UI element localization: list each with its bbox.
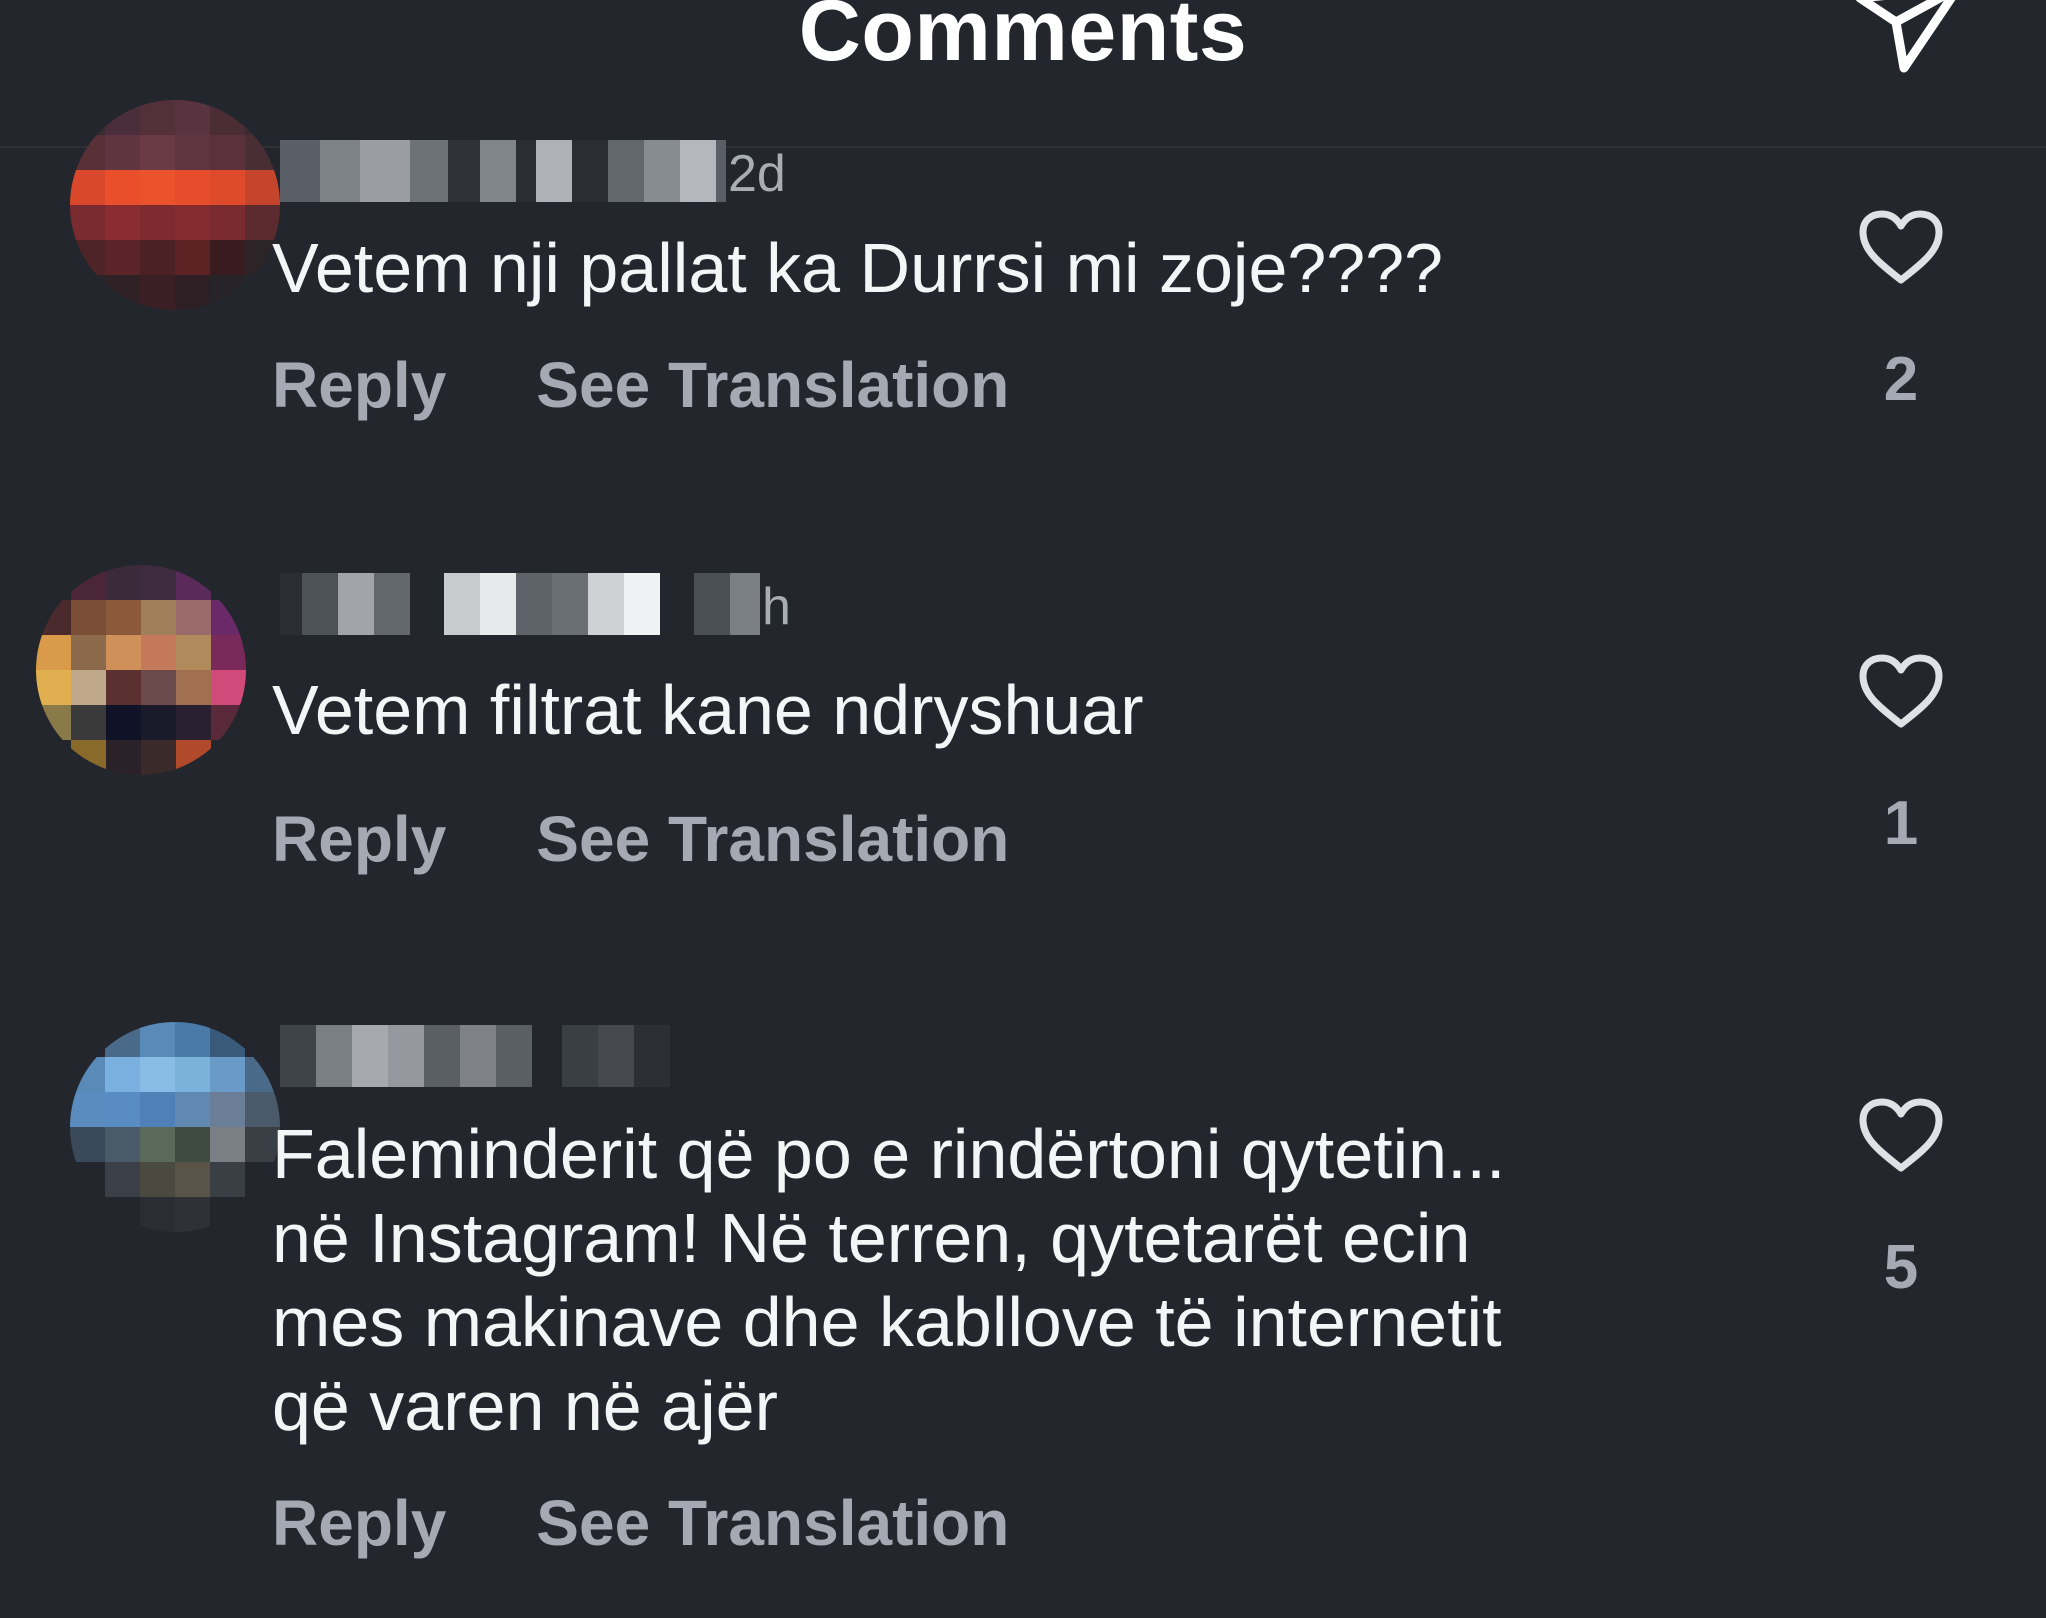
comment-timestamp: h bbox=[762, 578, 791, 636]
comments-screen: Comments 2d Vetem nji pallat ka Durrsi m… bbox=[0, 0, 2046, 1618]
comment-timestamp: 2d bbox=[728, 145, 786, 203]
comment-text: Faleminderit që po e rindërtoni qytetin.… bbox=[272, 1115, 1506, 1445]
like-button[interactable] bbox=[1858, 210, 1944, 286]
heart-outline-icon bbox=[1859, 210, 1943, 284]
like-count: 1 bbox=[1883, 789, 1919, 858]
username[interactable]: h bbox=[280, 573, 791, 635]
share-button[interactable] bbox=[1840, 0, 1970, 90]
reply-button[interactable]: Reply bbox=[272, 348, 446, 422]
see-translation-button[interactable]: See Translation bbox=[536, 1486, 1009, 1560]
comment-text: Vetem nji pallat ka Durrsi mi zoje???? bbox=[272, 229, 1444, 307]
comment-actions: Reply See Translation bbox=[272, 1486, 1009, 1560]
heart-outline-icon bbox=[1859, 654, 1943, 728]
username[interactable] bbox=[280, 1025, 670, 1087]
paper-plane-icon bbox=[1855, 0, 1956, 73]
comment-actions: Reply See Translation bbox=[272, 802, 1009, 876]
reply-button[interactable]: Reply bbox=[272, 1486, 446, 1560]
comment-text: Vetem filtrat kane ndryshuar bbox=[272, 671, 1144, 749]
like-count: 2 bbox=[1883, 345, 1919, 414]
see-translation-button[interactable]: See Translation bbox=[536, 802, 1009, 876]
comments-header: Comments bbox=[0, 0, 2046, 148]
avatar[interactable] bbox=[36, 565, 246, 775]
like-button[interactable] bbox=[1858, 654, 1944, 730]
username[interactable]: 2d bbox=[280, 140, 786, 202]
like-count: 5 bbox=[1883, 1233, 1919, 1302]
avatar[interactable] bbox=[70, 1022, 280, 1232]
reply-button[interactable]: Reply bbox=[272, 802, 446, 876]
heart-outline-icon bbox=[1859, 1098, 1943, 1172]
avatar[interactable] bbox=[70, 100, 280, 310]
comment-actions: Reply See Translation bbox=[272, 348, 1009, 422]
see-translation-button[interactable]: See Translation bbox=[536, 348, 1009, 422]
page-title: Comments bbox=[798, 0, 1248, 79]
like-button[interactable] bbox=[1858, 1098, 1944, 1174]
